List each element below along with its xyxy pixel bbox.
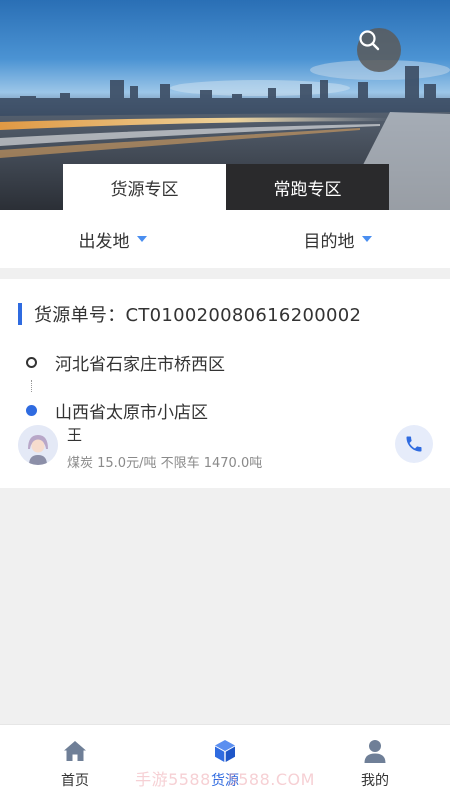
nav-item-home[interactable]: 首页 (0, 725, 150, 800)
call-button[interactable] (395, 425, 433, 463)
cargo-details: 煤炭 15.0元/吨 不限车 1470.0吨 (67, 456, 263, 471)
cargo-card[interactable]: 货源单号：CT01002008061620000​2 河北省石家庄市桥西区 山西… (0, 279, 450, 488)
user-avatar-icon (18, 425, 58, 465)
tab-cargo-zone[interactable]: 货源专区 (63, 164, 226, 210)
cube-icon (215, 740, 235, 762)
route: 河北省石家庄市桥西区 山西省太原市小店区 (26, 349, 225, 423)
order-number: 货源单号：CT01002008061620000​2 (34, 305, 362, 326)
nav-item-cargo[interactable]: 货源 (150, 725, 300, 800)
filter-bar: 出发地 目的地 (0, 210, 450, 268)
departure-filter[interactable]: 出发地 (0, 210, 225, 268)
origin-stop: 河北省石家庄市桥西区 (26, 349, 225, 375)
nav-label-home: 首页 (61, 773, 89, 789)
shipper-name: 王 (67, 426, 83, 444)
user-icon (364, 740, 386, 763)
destination-filter-label: 目的地 (303, 231, 355, 252)
destination-dot-icon (26, 404, 37, 416)
search-icon (359, 30, 380, 51)
nav-label-me: 我的 (361, 773, 389, 789)
phone-icon (406, 436, 422, 452)
nav-label-cargo: 货源 (211, 773, 239, 789)
destination-filter[interactable]: 目的地 (225, 210, 450, 268)
order-number-row: 货源单号：CT01002008061620000​2 (18, 301, 361, 327)
caret-down-icon (361, 236, 372, 242)
tab-regular-route-zone[interactable]: 常跑专区 (226, 164, 389, 210)
route-connector (26, 380, 37, 392)
order-accent-bar (18, 303, 22, 325)
caret-down-icon (136, 236, 147, 242)
avatar (18, 425, 58, 465)
nav-item-me[interactable]: 我的 (300, 725, 450, 800)
bottom-navigation: 首页 货源 我的 (0, 724, 450, 800)
origin-dot-icon (26, 356, 37, 368)
home-icon (64, 741, 86, 761)
banner: 货源专区 常跑专区 (0, 0, 450, 210)
zone-tabs: 货源专区 常跑专区 (63, 164, 389, 210)
destination-address: 山西省太原市小店区 (55, 402, 208, 423)
origin-address: 河北省石家庄市桥西区 (55, 354, 225, 375)
search-button[interactable] (357, 28, 401, 72)
departure-filter-label: 出发地 (78, 231, 130, 252)
destination-stop: 山西省太原市小店区 (26, 397, 225, 423)
